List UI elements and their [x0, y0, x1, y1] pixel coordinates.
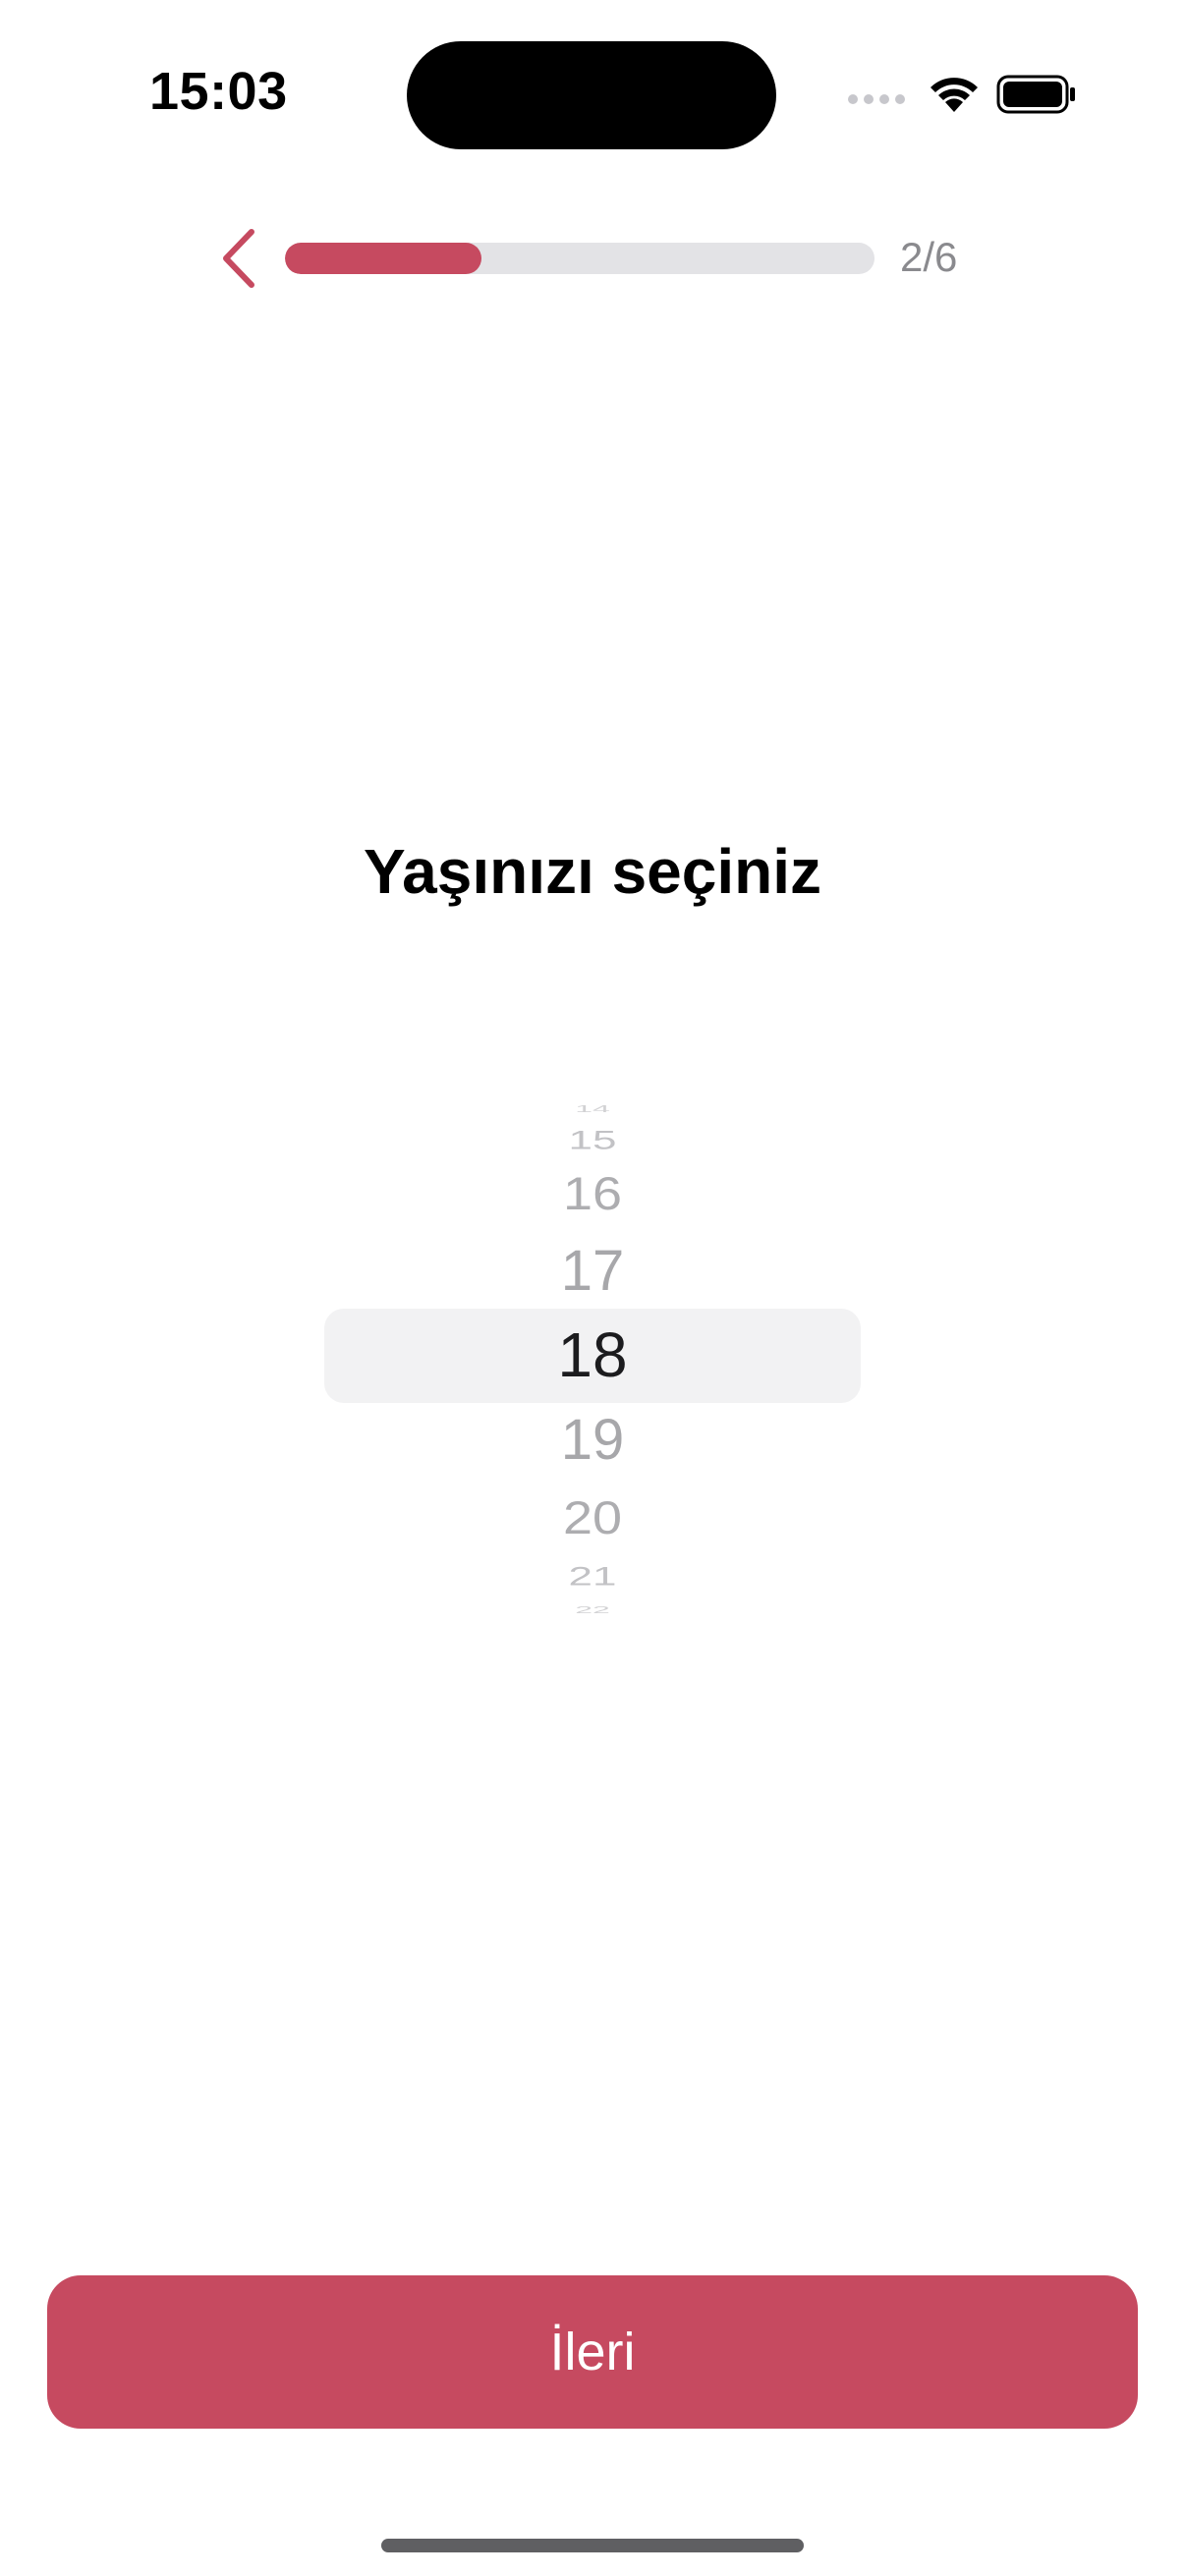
status-time: 15:03 — [149, 62, 288, 121]
dynamic-island — [407, 41, 776, 149]
next-button-label: İleri — [549, 2323, 636, 2381]
home-indicator — [381, 2539, 804, 2552]
progress-step: 2/6 — [900, 234, 958, 280]
next-button[interactable]: İleri — [47, 2275, 1138, 2429]
wifi-icon — [931, 78, 978, 112]
progress-bar — [285, 243, 875, 274]
picker-item[interactable]: 20 — [324, 1491, 861, 1545]
progress-fill — [285, 243, 481, 274]
signal-dots-icon — [848, 94, 905, 104]
picker-item[interactable]: 14 — [324, 1103, 861, 1115]
picker-item[interactable]: 17 — [324, 1238, 861, 1304]
picker-item[interactable]: 16 — [324, 1167, 861, 1221]
picker-item[interactable]: 19 — [324, 1407, 861, 1473]
picker-item[interactable]: 21 — [324, 1562, 861, 1593]
chevron-left-icon — [223, 229, 254, 288]
picker-item[interactable]: 15 — [324, 1126, 861, 1156]
picker-item-selected[interactable]: 18 — [324, 1318, 861, 1391]
picker-item[interactable]: 22 — [324, 1604, 861, 1616]
back-button[interactable] — [214, 224, 263, 293]
status-icons — [847, 73, 1083, 122]
age-picker[interactable]: 14 15 16 17 18 19 20 21 22 — [324, 1091, 861, 1621]
battery-icon — [996, 75, 1075, 114]
page-title: Yaşınızı seçiniz — [364, 836, 821, 907]
